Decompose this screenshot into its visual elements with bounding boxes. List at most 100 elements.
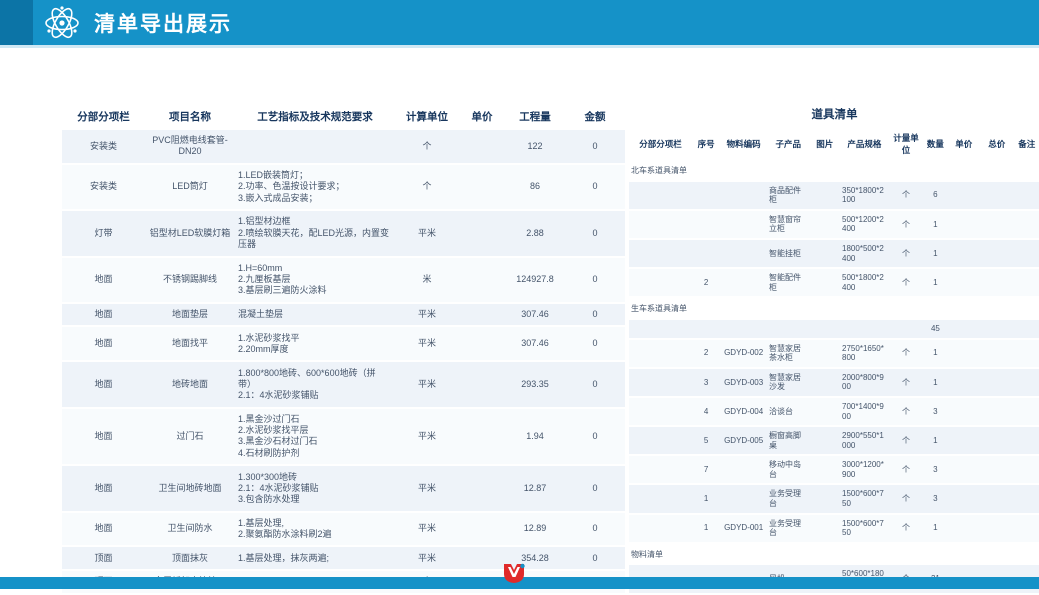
table-row: 2GDYD-002智慧家居茶水柜2750*1650*800个1 <box>629 339 1039 368</box>
left-cell-spec: 1.黑金沙过门石 2.水泥砂浆找平层 3.黑金沙石材过门石 4.石材刷防护剂 <box>235 408 395 466</box>
right-col-header: 物料编码 <box>720 128 767 160</box>
right-cell-total <box>980 268 1013 297</box>
section-label: 物料清单 <box>629 543 1039 565</box>
right-cell-unit: 个 <box>889 484 924 513</box>
right-cell-spec: 2900*550*1000 <box>840 426 889 455</box>
right-cell-product: 智慧家居茶水柜 <box>767 339 810 368</box>
left-cell-quantity: 293.35 <box>505 361 565 407</box>
right-cell-spec: 500*1200*2400 <box>840 210 889 239</box>
props-list-panel: 道具清单 分部分项栏序号物料编码子产品图片产品规格计量单位数量单价总价备注 北车… <box>629 103 1039 595</box>
right-col-header: 数量 <box>923 128 947 160</box>
right-cell-spec <box>840 319 889 339</box>
right-cell-seq: 1 <box>692 484 720 513</box>
left-cell-quantity: 12.87 <box>505 465 565 511</box>
right-cell-unit: 个 <box>889 239 924 268</box>
right-cell-image <box>810 397 840 426</box>
left-cell-quantity: 307.46 <box>505 303 565 327</box>
left-cell-name: 卫生间地砖地面 <box>145 465 235 511</box>
left-cell-name: 地面垫层 <box>145 303 235 327</box>
right-cell-unit: 个 <box>889 426 924 455</box>
right-cell-unit_price <box>948 484 980 513</box>
table-row: 3GDYD-003智慧家居沙发2000*800*900个1 <box>629 368 1039 397</box>
right-cell-spec: 700*1400*900 <box>840 397 889 426</box>
right-cell-image <box>810 339 840 368</box>
left-col-header: 工艺指标及技术规范要求 <box>235 103 395 130</box>
left-cell-unit_price <box>459 546 505 570</box>
right-cell-qty: 1 <box>923 239 947 268</box>
right-cell-note <box>1014 210 1039 239</box>
left-cell-name: 不锈钢踢脚线 <box>145 257 235 303</box>
right-cell-spec: 350*1800*2100 <box>840 181 889 210</box>
left-cell-spec: 1.水泥砂浆找平 2.20mm厚度 <box>235 326 395 361</box>
props-list-title: 道具清单 <box>629 103 1039 128</box>
table-row: 地面卫生间防水1.基层处理, 2.聚氨酯防水涂料刷2遍平米12.890 <box>62 512 625 547</box>
right-cell-unit: 个 <box>889 397 924 426</box>
right-cell-category <box>629 368 692 397</box>
left-cell-amount: 0 <box>565 512 625 547</box>
right-cell-unit_price <box>948 181 980 210</box>
left-cell-category: 顶面 <box>62 546 145 570</box>
table-row: 地面卫生间地砖地面1.300*300地砖 2.1：4水泥砂浆铺贴 3.包含防水处… <box>62 465 625 511</box>
right-cell-unit_price <box>948 426 980 455</box>
right-cell-note <box>1014 239 1039 268</box>
left-cell-unit: 平米 <box>395 465 459 511</box>
right-cell-qty: 1 <box>923 426 947 455</box>
left-cell-amount: 0 <box>565 257 625 303</box>
left-col-header: 计算单位 <box>395 103 459 130</box>
left-cell-unit_price <box>459 361 505 407</box>
left-cell-quantity: 122 <box>505 130 565 164</box>
left-cell-category: 安装类 <box>62 130 145 164</box>
left-cell-spec: 1.300*300地砖 2.1：4水泥砂浆铺贴 3.包含防水处理 <box>235 465 395 511</box>
right-cell-note <box>1014 514 1039 543</box>
right-cell-qty: 1 <box>923 268 947 297</box>
left-cell-amount: 0 <box>565 303 625 327</box>
left-cell-unit_price <box>459 164 505 210</box>
right-cell-unit_price <box>948 210 980 239</box>
right-cell-total <box>980 455 1013 484</box>
right-cell-seq <box>692 319 720 339</box>
left-cell-category: 地面 <box>62 408 145 466</box>
right-cell-total <box>980 319 1013 339</box>
left-cell-category: 地面 <box>62 512 145 547</box>
left-cell-unit: 个 <box>395 130 459 164</box>
right-col-header: 分部分项栏 <box>629 128 692 160</box>
right-cell-total <box>980 484 1013 513</box>
left-cell-unit_price <box>459 408 505 466</box>
left-cell-unit_price <box>459 130 505 164</box>
left-cell-unit: 平米 <box>395 210 459 256</box>
table-row: 顶面顶面抹灰1.基层处理，抹灰两遍;平米354.280 <box>62 546 625 570</box>
right-cell-code <box>720 484 767 513</box>
right-cell-product: 洽谈台 <box>767 397 810 426</box>
left-cell-category: 地面 <box>62 465 145 511</box>
right-cell-qty: 1 <box>923 368 947 397</box>
left-cell-amount: 0 <box>565 130 625 164</box>
right-cell-note <box>1014 368 1039 397</box>
right-col-header: 单价 <box>948 128 980 160</box>
right-cell-unit: 个 <box>889 339 924 368</box>
left-cell-spec: 1.铝型材边框 2.喷绘软膜天花，配LED光源，内置变压器 <box>235 210 395 256</box>
table-row: 地面地砖地面1.800*800地砖、600*600地砖（拼带） 2.1：4水泥砂… <box>62 361 625 407</box>
right-cell-seq <box>692 210 720 239</box>
right-cell-unit: 个 <box>889 181 924 210</box>
table-row: 2智能配件柜500*1800*2400个1 <box>629 268 1039 297</box>
construction-list-table: 分部分项栏项目名称工艺指标及技术规范要求计算单位单价工程量金额 安装类PVC阻燃… <box>62 103 625 595</box>
right-cell-spec: 500*1800*2400 <box>840 268 889 297</box>
left-cell-unit: 米 <box>395 257 459 303</box>
right-cell-total <box>980 368 1013 397</box>
left-cell-quantity: 124927.8 <box>505 257 565 303</box>
brand-logo <box>501 562 527 584</box>
left-cell-name: LED筒灯 <box>145 164 235 210</box>
right-cell-total <box>980 426 1013 455</box>
left-cell-name: 过门石 <box>145 408 235 466</box>
right-col-header: 总价 <box>980 128 1013 160</box>
right-cell-unit_price <box>948 239 980 268</box>
right-col-header: 计量单位 <box>889 128 924 160</box>
left-cell-name: 地砖地面 <box>145 361 235 407</box>
right-cell-qty: 1 <box>923 339 947 368</box>
left-cell-unit_price <box>459 210 505 256</box>
right-cell-image <box>810 455 840 484</box>
page-title: 清单导出展示 <box>94 8 232 38</box>
right-cell-category <box>629 339 692 368</box>
right-cell-category <box>629 514 692 543</box>
right-cell-qty: 3 <box>923 397 947 426</box>
